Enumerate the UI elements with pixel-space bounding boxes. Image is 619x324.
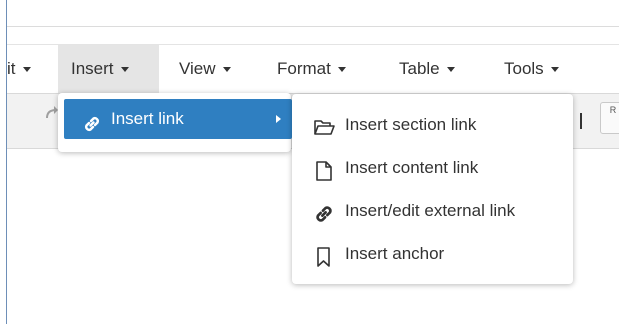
insert-link-menu-item[interactable]: Insert link xyxy=(64,99,292,139)
chevron-right-icon xyxy=(276,115,281,123)
menu-insert-label: Insert xyxy=(71,59,114,78)
menubar: it Insert View Format Table Tools xyxy=(7,44,619,93)
chevron-down-icon xyxy=(550,67,559,73)
menu-edit[interactable]: it xyxy=(7,45,57,93)
menu-format[interactable]: Format xyxy=(277,45,367,93)
link-icon xyxy=(313,200,335,222)
insert-section-link-item[interactable]: Insert section link xyxy=(292,105,573,145)
toolbar-separator xyxy=(580,113,582,129)
chevron-down-icon xyxy=(22,67,31,73)
top-bar-divider xyxy=(7,26,619,27)
folder-open-icon xyxy=(313,114,335,136)
link-icon xyxy=(82,109,102,131)
editor-window: it Insert View Format Table Tools R Inse… xyxy=(0,0,619,324)
window-left-border xyxy=(6,0,7,324)
menu-tools[interactable]: Tools xyxy=(504,45,584,93)
menu-view[interactable]: View xyxy=(179,45,254,93)
top-bar xyxy=(7,0,619,27)
menu-table-label: Table xyxy=(399,59,440,78)
insert-content-link-item[interactable]: Insert content link xyxy=(292,148,573,188)
menu-edit-label: it xyxy=(7,59,16,78)
menu-tools-label: Tools xyxy=(504,59,544,78)
menu-table[interactable]: Table xyxy=(399,45,479,93)
menu-view-label: View xyxy=(179,59,216,78)
menu-format-label: Format xyxy=(277,59,331,78)
toolbar-partial-button[interactable]: R xyxy=(600,102,619,134)
insert-section-link-label: Insert section link xyxy=(345,115,477,134)
insert-anchor-item[interactable]: Insert anchor xyxy=(292,234,573,274)
toolbar-partial-button-glyph: R xyxy=(609,105,617,115)
chevron-down-icon xyxy=(120,67,129,73)
insert-external-link-item[interactable]: Insert/edit external link xyxy=(292,191,573,231)
chevron-down-icon xyxy=(222,67,231,73)
document-icon xyxy=(313,157,335,181)
insert-link-label: Insert link xyxy=(111,109,184,128)
insert-link-submenu: Insert section link Insert content link xyxy=(292,94,573,284)
chevron-down-icon xyxy=(337,67,346,73)
bookmark-icon xyxy=(313,243,335,267)
chevron-down-icon xyxy=(446,67,455,73)
menu-insert[interactable]: Insert xyxy=(58,45,159,93)
insert-dropdown-menu: Insert link xyxy=(58,93,292,152)
insert-content-link-label: Insert content link xyxy=(345,158,479,177)
insert-anchor-label: Insert anchor xyxy=(345,244,445,263)
insert-external-link-label: Insert/edit external link xyxy=(345,201,516,220)
